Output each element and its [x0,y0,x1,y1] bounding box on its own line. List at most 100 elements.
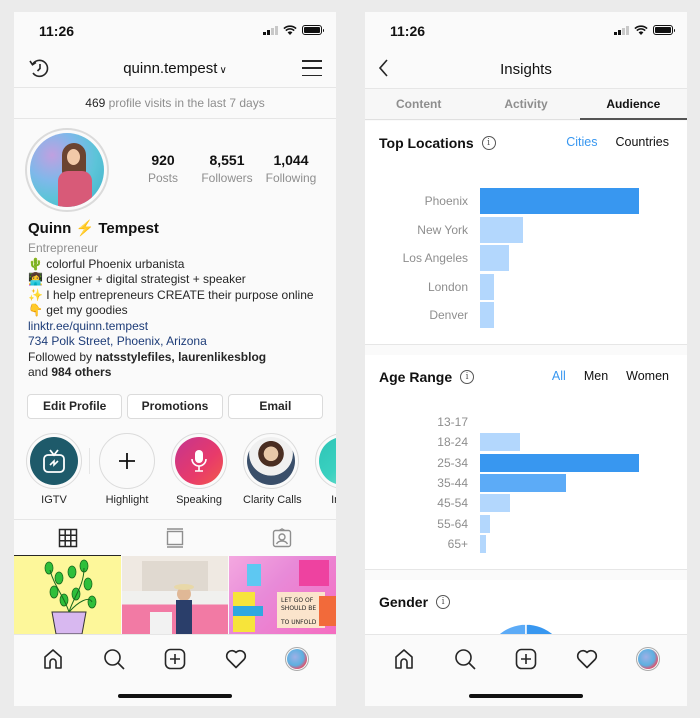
name-first: Quinn [28,220,72,237]
highlight-label: Highlight [105,494,149,506]
stat-following[interactable]: 1,044 Following [260,152,322,185]
tab-audience[interactable]: Audience [579,89,687,120]
bar [480,302,495,329]
nav-profile[interactable] [285,647,310,671]
followed-by-others[interactable]: and 984 others [28,365,326,381]
menu-icon[interactable] [302,60,322,76]
bar [480,433,520,452]
stat-followers[interactable]: 8,551 Followers [196,152,258,185]
profile-screen: 11:26 quinn.tempest ∨ 469 profile visits … [14,12,336,706]
bar-label: Los Angeles [402,251,468,266]
divider [89,448,90,474]
highlight-igtv[interactable]: IGTV [26,433,82,506]
wifi-icon [283,25,297,35]
avatar [636,647,661,671]
bar-label: 13-17 [437,415,468,430]
bio-link[interactable]: linktr.ee/quinn.tempest [28,319,326,335]
address-link[interactable]: 734 Polk Street, Phoenix, Arizona [28,334,326,350]
stat-posts[interactable]: 920 Posts [132,152,194,185]
highlight-speaking[interactable]: Speaking [171,433,227,506]
post-thumbnail[interactable] [121,556,229,634]
person-photo [141,561,208,634]
avatar [285,647,310,671]
visits-text: profile visits in the last 7 days [105,96,265,110]
bar-row: 25-34 [365,453,687,473]
point-down-icon: 👇 [28,303,43,317]
new-highlight-button[interactable]: Highlight [99,433,155,506]
nav-create[interactable] [163,647,187,671]
profile-visits-banner[interactable]: 469 profile visits in the last 7 days [14,89,336,119]
username-switcher[interactable]: quinn.tempest ∨ [14,60,336,77]
status-bar: 11:26 [365,12,687,50]
info-icon[interactable]: i [460,370,475,384]
info-icon[interactable]: i [436,595,451,609]
insights-header: Insights [365,50,687,88]
nav-profile[interactable] [636,647,661,671]
filter-cities[interactable]: Cities [566,135,597,149]
stat-label: Posts [147,171,178,185]
nav-home[interactable] [392,647,416,671]
status-time: 11:26 [390,23,426,39]
signal-icon [263,25,278,35]
profile-actions: Edit Profile Promotions Email [27,394,323,419]
profile-bio: Quinn ⚡ Tempest Entrepreneur 🌵 colorful … [28,220,326,381]
status-bar: 11:26 [14,12,336,50]
nav-activity[interactable] [224,647,248,671]
bar [480,188,639,215]
name-last: Tempest [98,220,159,237]
highlight-clarity-calls[interactable]: Clarity Calls [243,433,302,506]
tab-grid[interactable] [14,520,122,556]
bar-label: 55-64 [437,516,468,531]
filter-countries[interactable]: Countries [616,135,670,149]
nav-create[interactable] [514,647,538,671]
tab-content[interactable]: Content [365,89,472,119]
profile-avatar[interactable] [25,128,109,212]
bar-label: Phoenix [424,194,468,209]
card-title: Top Locations i [379,135,496,151]
followed-by-names: natsstylefiles, laurenlikesblog [95,349,267,364]
technologist-icon: 👩‍💻 [28,272,43,286]
card-title-text: Gender [379,594,429,610]
bar-label: New York [417,222,468,237]
microphone-icon [191,450,207,472]
igtv-icon [43,449,65,473]
followed-by[interactable]: Followed by natsstylefiles, laurenlikesb… [28,350,326,366]
tab-feed[interactable] [121,520,228,555]
stat-value: 1,044 [273,152,309,168]
display-name: Quinn ⚡ Tempest [28,220,326,238]
username: quinn.tempest [123,60,218,77]
edit-profile-button[interactable]: Edit Profile [27,394,123,419]
status-icons [614,25,675,35]
nav-search[interactable] [453,647,477,671]
nav-activity[interactable] [575,647,599,671]
bar-row: 65+ [365,534,687,554]
home-indicator[interactable] [469,694,583,698]
svg-text:TO UNFOLD: TO UNFOLD [280,619,317,626]
lightning-icon: ⚡ [75,220,95,237]
bar [480,216,523,243]
tagged-icon [273,527,292,547]
tab-tagged[interactable] [229,520,336,555]
category: Entrepreneur [28,241,99,255]
email-button[interactable]: Email [227,394,323,419]
nav-search[interactable] [102,647,126,671]
nav-home[interactable] [41,647,65,671]
highlight-insta[interactable]: Insta [315,433,336,506]
post-thumbnail[interactable]: LET GO OF SHOULD BE TO UNFOLD [229,556,336,634]
filter-women[interactable]: Women [626,369,669,383]
bar-row: 45-54 [365,493,687,513]
bio-text: I help entrepreneurs CREATE their purpos… [46,287,314,302]
home-indicator[interactable] [118,694,232,698]
promotions-button[interactable]: Promotions [127,394,223,419]
card-title-text: Top Locations [379,135,474,151]
bar [480,474,566,493]
status-icons [263,25,324,35]
filter-men[interactable]: Men [584,369,608,383]
filter-all[interactable]: All [552,369,566,383]
tab-activity[interactable]: Activity [472,89,579,119]
info-icon[interactable]: i [481,136,496,150]
card-title: Gender i [379,594,451,610]
post-thumbnail[interactable] [14,556,121,634]
sparkles-icon: ✨ [28,287,43,302]
bar [480,514,490,533]
